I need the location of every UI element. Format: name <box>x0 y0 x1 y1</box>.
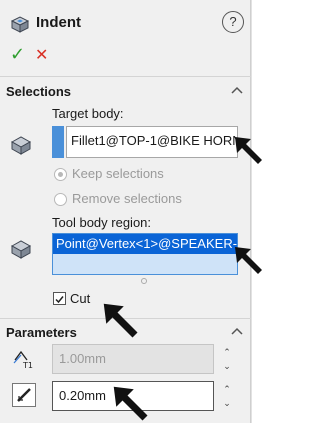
thickness-input[interactable]: 1.00mm <box>52 344 214 374</box>
keep-selections-radio[interactable] <box>54 168 67 181</box>
parameters-heading: Parameters <box>6 325 77 340</box>
annotation-arrow-icon <box>235 247 262 274</box>
cancel-button[interactable]: ✕ <box>35 45 48 65</box>
annotation-arrow-icon <box>103 303 138 338</box>
target-body-value: Fillet1@TOP-1@BIKE HORN <box>71 133 238 148</box>
property-manager-panel: Indent ? ✓ ✕ Selections Target body: Fil… <box>0 0 251 423</box>
thickness-value: 1.00mm <box>59 351 106 366</box>
selections-collapse-chevron-icon[interactable] <box>231 84 243 97</box>
keep-selections-label: Keep selections <box>72 166 164 181</box>
clearance-spinner-down[interactable]: ⌄ <box>220 398 234 408</box>
target-body-label: Target body: <box>52 106 124 121</box>
annotation-arrow-icon <box>113 386 148 421</box>
clearance-value: 0.20mm <box>59 388 106 403</box>
tool-body-region-item[interactable]: Point@Vertex<1>@SPEAKER- <box>53 234 237 254</box>
help-button[interactable]: ? <box>222 11 244 33</box>
solid-body-icon <box>9 133 33 157</box>
cut-checkbox[interactable] <box>53 292 66 305</box>
selections-heading: Selections <box>6 84 72 99</box>
thickness-spinner-up[interactable]: ⌃ <box>220 347 234 357</box>
target-body-field[interactable]: Fillet1@TOP-1@BIKE HORN <box>66 126 238 158</box>
thickness-icon: T1 <box>12 348 36 370</box>
remove-selections-label: Remove selections <box>72 191 182 206</box>
cut-label: Cut <box>70 291 91 306</box>
clearance-icon[interactable] <box>12 383 36 407</box>
ok-button[interactable]: ✓ <box>10 44 25 65</box>
tool-body-region-list[interactable]: Point@Vertex<1>@SPEAKER- <box>52 233 238 275</box>
annotation-arrow-icon <box>235 137 262 164</box>
divider <box>0 76 251 77</box>
help-icon: ? <box>229 14 237 29</box>
indent-feature-icon <box>9 13 31 35</box>
remove-selections-radio[interactable] <box>54 193 67 206</box>
resize-handle-icon[interactable] <box>141 278 147 284</box>
svg-text:T1: T1 <box>22 361 33 370</box>
target-body-focus-marker <box>52 126 64 158</box>
tool-body-region-label: Tool body region: <box>52 215 152 230</box>
tool-body-icon <box>9 237 33 261</box>
parameters-collapse-chevron-icon[interactable] <box>231 325 243 338</box>
panel-scrollbar[interactable] <box>251 0 264 423</box>
clearance-spinner-up[interactable]: ⌃ <box>220 384 234 394</box>
thickness-spinner-down[interactable]: ⌄ <box>220 361 234 371</box>
panel-title: Indent <box>36 14 81 31</box>
